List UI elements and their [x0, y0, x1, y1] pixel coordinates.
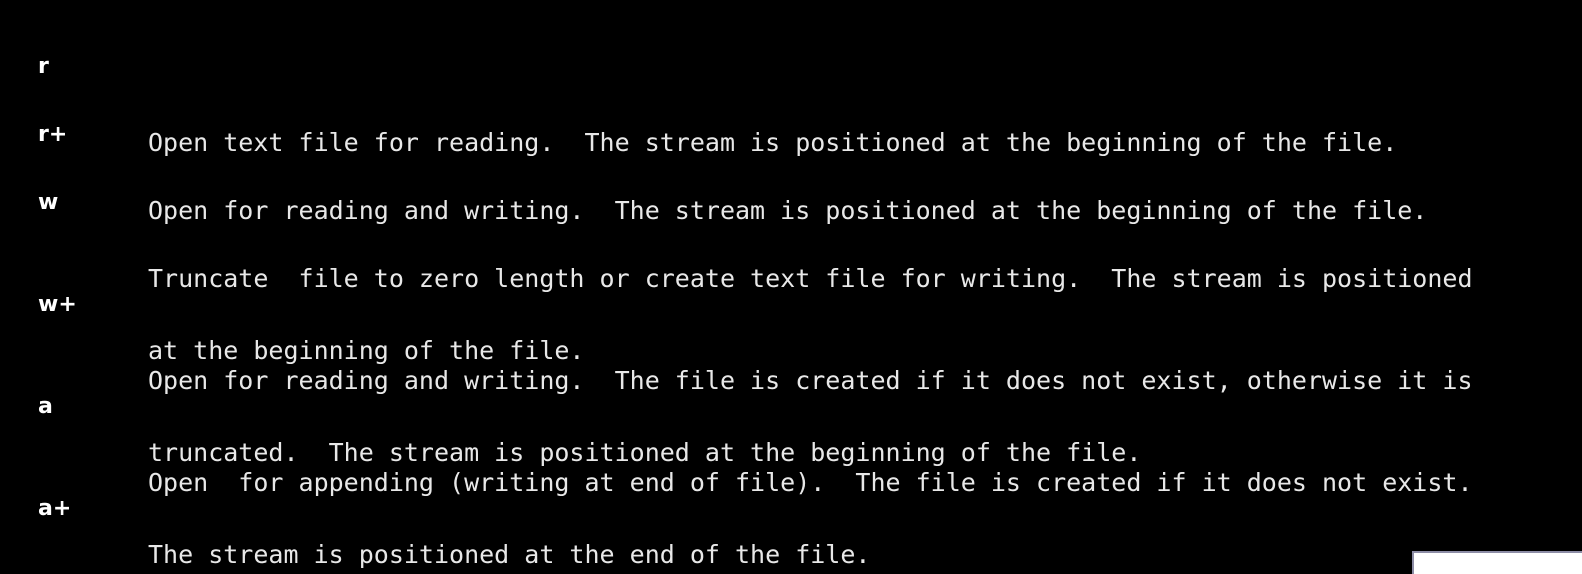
mode-description-a-plus: Open for reading and appending (writing …: [148, 530, 1582, 574]
terminal-window[interactable]: r Open text file for reading. The stream…: [0, 0, 1582, 574]
mode-label-r-plus: r+: [38, 122, 68, 147]
mode-label-a: a: [38, 394, 53, 419]
mode-label-a-plus: a+: [38, 496, 72, 521]
mode-label-w-plus: w+: [38, 292, 77, 317]
man-text-line: Open for reading and appending (writing …: [148, 568, 1582, 574]
mode-label-r: r: [38, 54, 49, 79]
popup-panel[interactable]: [1412, 551, 1582, 574]
mode-label-w: w: [38, 190, 59, 215]
man-entry-a-plus: a+ Open for reading and appending (writi…: [0, 473, 1582, 574]
